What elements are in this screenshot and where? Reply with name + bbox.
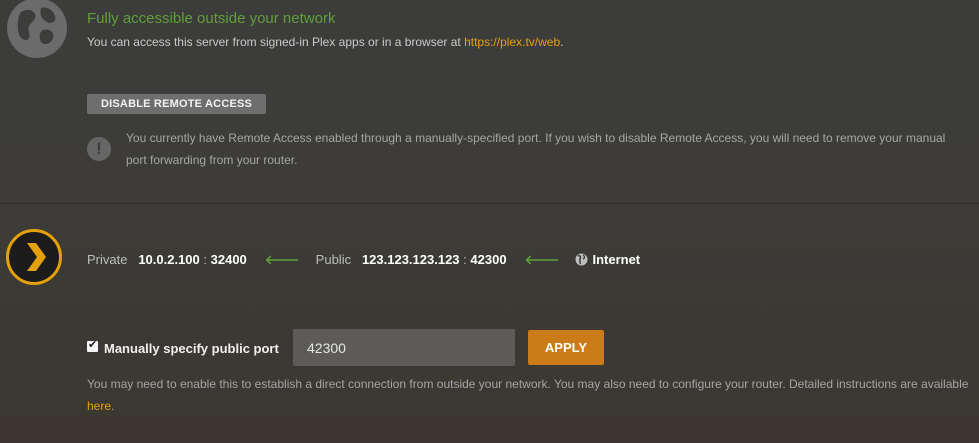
- manual-port-label[interactable]: Manually specify public port: [104, 341, 279, 356]
- internet-label: Internet: [592, 252, 641, 267]
- instructions-link[interactable]: here: [87, 399, 111, 413]
- apply-button[interactable]: APPLY: [528, 330, 604, 365]
- status-description-suffix: .: [560, 35, 564, 49]
- remote-access-status-title: Fully accessible outside your network: [87, 10, 336, 27]
- public-separator: :: [463, 252, 467, 267]
- help-text-suffix: .: [111, 399, 115, 413]
- section-divider: [0, 203, 979, 204]
- globe-icon: [7, 0, 67, 58]
- help-text-body: You may need to enable this to establish…: [87, 377, 969, 391]
- remote-access-warning-text: You currently have Remote Access enabled…: [126, 131, 946, 167]
- private-separator: :: [203, 252, 208, 267]
- warning-icon: !: [87, 137, 111, 161]
- plex-web-link[interactable]: https://plex.tv/web: [464, 35, 560, 49]
- private-ip: 10.0.2.100: [138, 252, 200, 267]
- arrow-left-icon: 🡐: [524, 252, 560, 267]
- remote-access-status-description: You can access this server from signed-i…: [87, 35, 563, 49]
- public-label: Public: [315, 252, 352, 267]
- checkmark-icon: ✔: [88, 339, 98, 351]
- status-description-text: You can access this server from signed-i…: [87, 35, 465, 49]
- private-port: 32400: [210, 252, 247, 267]
- plex-chevron-graphic: [27, 243, 46, 271]
- plex-logo-icon: [6, 229, 62, 285]
- public-port: 42300: [470, 252, 507, 267]
- internet-globe-icon: [575, 253, 588, 269]
- private-label: Private: [87, 252, 128, 267]
- arrow-left-icon: 🡐: [264, 252, 300, 267]
- manual-port-help-text: You may need to enable this to establish…: [87, 373, 972, 417]
- disable-remote-access-button[interactable]: DISABLE REMOTE ACCESS: [87, 94, 267, 114]
- public-port-input[interactable]: [293, 329, 515, 366]
- public-ip: 123.123.123.123: [361, 252, 460, 267]
- globe-icon-graphic: [17, 7, 56, 45]
- connection-path: Private 10.0.2.100 : 32400 🡐 Public 123.12…: [87, 252, 640, 269]
- manual-port-checkbox[interactable]: ✔: [87, 339, 98, 352]
